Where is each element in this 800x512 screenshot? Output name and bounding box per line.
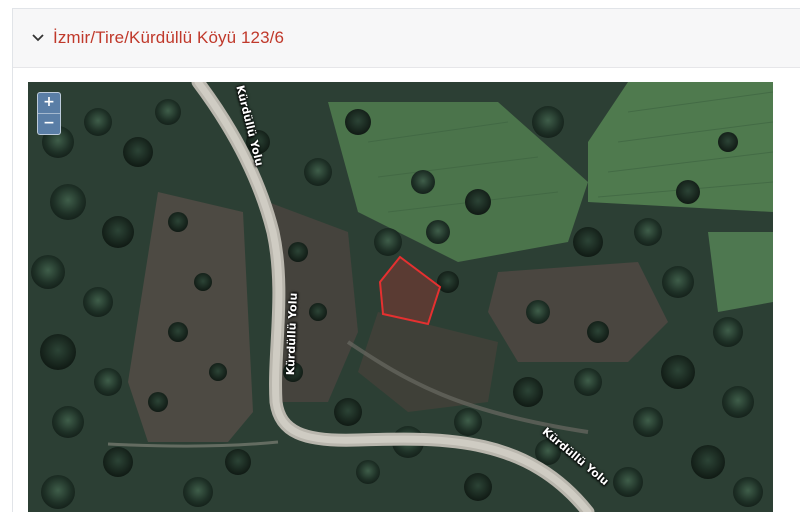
- zoom-out-button[interactable]: −: [38, 113, 60, 134]
- panel-title: İzmir/Tire/Kürdüllü Köyü 123/6: [53, 28, 285, 47]
- map-imagery: [28, 82, 773, 512]
- satellite-map[interactable]: + − Kürdüllü Yolu Kürdüllü Yolu Kürdüllü…: [28, 82, 773, 512]
- parcel-panel: İzmir/Tire/Kürdüllü Köyü 123/6 + − Kürdü…: [12, 8, 800, 512]
- panel-header[interactable]: İzmir/Tire/Kürdüllü Köyü 123/6: [13, 9, 800, 68]
- chevron-down-icon[interactable]: [27, 27, 49, 49]
- zoom-in-button[interactable]: +: [38, 93, 60, 113]
- zoom-control: + −: [37, 92, 61, 135]
